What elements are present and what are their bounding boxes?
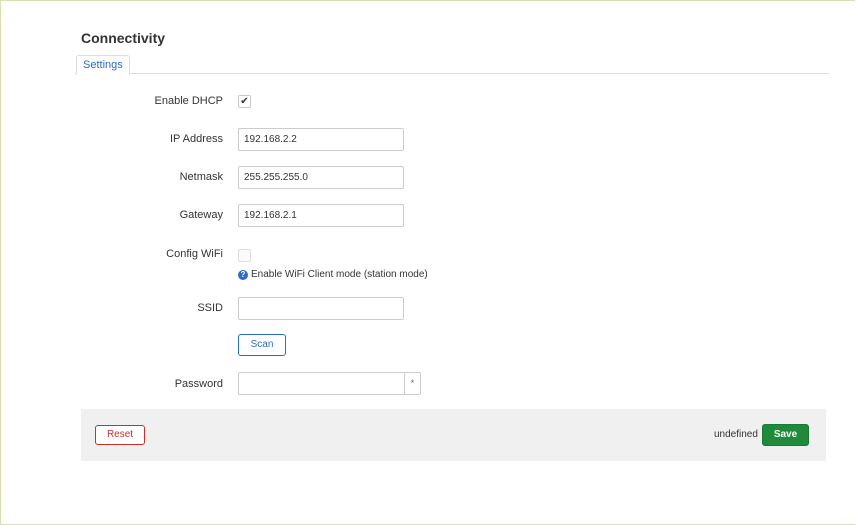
scan-button[interactable]: Scan	[238, 334, 286, 356]
save-button[interactable]: Save	[762, 424, 809, 446]
enable-dhcp-checkbox[interactable]: ✔	[238, 95, 251, 108]
ssid-label: SSID	[197, 302, 223, 314]
netmask-label: Netmask	[179, 171, 223, 183]
ssid-input[interactable]	[238, 297, 404, 320]
config-wifi-hint: ? Enable WiFi Client mode (station mode)	[238, 269, 428, 280]
checkmark-icon: ✔	[240, 96, 249, 107]
tab-settings[interactable]: Settings	[76, 55, 130, 75]
gateway-label: Gateway	[179, 209, 223, 221]
reset-button[interactable]: Reset	[95, 425, 145, 445]
config-wifi-hint-text: Enable WiFi Client mode (station mode)	[251, 269, 428, 280]
page-title: Connectivity	[81, 30, 166, 46]
tab-bar	[75, 73, 829, 74]
ip-address-input[interactable]	[238, 128, 404, 151]
config-wifi-checkbox[interactable]	[238, 249, 251, 262]
enable-dhcp-label: Enable DHCP	[154, 95, 223, 107]
password-field: *	[238, 372, 421, 395]
gateway-input[interactable]	[238, 204, 404, 227]
password-input[interactable]	[239, 373, 404, 394]
password-label: Password	[174, 378, 223, 390]
help-icon: ?	[238, 269, 248, 280]
status-text: undefined	[714, 429, 758, 440]
reveal-password-icon[interactable]: *	[404, 373, 420, 394]
netmask-input[interactable]	[238, 166, 404, 189]
ip-address-label: IP Address	[170, 133, 223, 145]
config-wifi-label: Config WiFi	[166, 248, 223, 260]
action-bar: Reset undefined Save	[81, 409, 826, 461]
